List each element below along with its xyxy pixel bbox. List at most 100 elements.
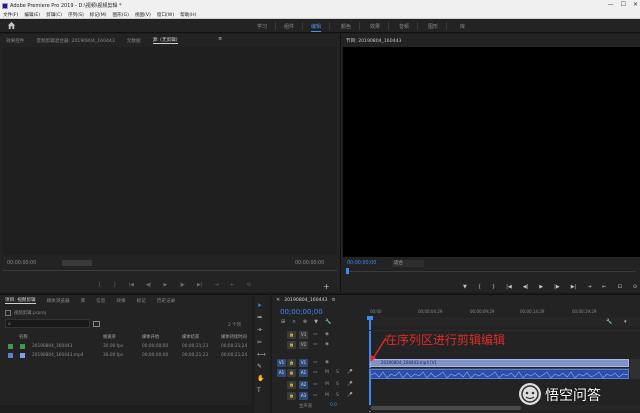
eye-v1-icon[interactable]: ◉ — [325, 360, 329, 365]
label-color-swatch[interactable] — [8, 344, 13, 349]
program-monitor-title[interactable]: 节目: 20190804_160443 — [346, 38, 401, 44]
track-label-a1[interactable]: A1 — [299, 369, 308, 377]
linked-selection-icon[interactable]: ⊗ — [303, 319, 307, 325]
program-step-back-icon[interactable]: ◀| — [523, 284, 529, 290]
track-label-a3[interactable]: A3 — [299, 392, 308, 400]
selection-tool-icon[interactable]: ➤ — [257, 302, 266, 309]
program-export-frame-icon[interactable]: ⊡ — [618, 284, 622, 290]
timeline-ruler[interactable] — [369, 317, 640, 326]
program-timecode[interactable]: 00;00;00;00 — [347, 261, 376, 266]
playhead-handle[interactable] — [367, 316, 373, 320]
timeline-menu-icon[interactable]: ≡ — [331, 297, 335, 303]
tab-audio-clip-mixer[interactable]: 音频剪辑混合器: 20190804_160443 — [36, 38, 114, 44]
ripple-edit-tool-icon[interactable]: ⟛ — [257, 326, 266, 334]
snap-icon[interactable]: ∩ — [292, 319, 296, 325]
workspace-effects[interactable]: 效果 — [370, 23, 380, 30]
track-select-tool-icon[interactable]: ⇛ — [257, 314, 266, 321]
program-step-forward-icon[interactable]: |▶ — [554, 284, 560, 290]
tab-project[interactable]: 项目: 视频剪辑 — [5, 297, 36, 304]
mic-a2-icon[interactable]: 🎤 — [347, 382, 353, 387]
track-lock-a2[interactable]: 🔒 — [287, 381, 296, 389]
workspace-color[interactable]: 颜色 — [341, 23, 351, 30]
source-patch-v1[interactable]: V1 — [277, 359, 286, 367]
go-to-in-icon[interactable]: |◀ — [128, 282, 134, 288]
program-mark-out-icon[interactable]: } — [492, 284, 495, 290]
video-clip-v1[interactable]: 20190804_160443.mp4 [V] — [370, 359, 629, 367]
solo-a2-button[interactable]: S — [336, 382, 339, 387]
sync-lock-v1-icon[interactable]: ▭ — [313, 360, 317, 365]
play-icon[interactable]: ▶ — [163, 282, 167, 288]
sync-lock-a1-icon[interactable]: ▭ — [313, 370, 317, 375]
column-media-duration[interactable]: 媒体持续时间 — [221, 334, 247, 340]
track-lock-v3[interactable]: 🔒 — [287, 331, 296, 339]
panel-menu-icon[interactable]: ≡ — [218, 36, 222, 42]
timeline-timecode[interactable]: 00;00;00;00 — [280, 308, 323, 316]
sync-lock-a2-icon[interactable]: ▭ — [313, 382, 317, 387]
step-back-icon[interactable]: ◀| — [146, 282, 152, 288]
menu-edit[interactable]: 编辑(E) — [24, 12, 40, 18]
sync-lock-v2-icon[interactable]: ▭ — [313, 342, 317, 347]
column-media-end[interactable]: 媒体结束 — [182, 334, 199, 340]
source-timecode-in[interactable]: 00;00;00;00 — [7, 261, 36, 266]
menu-file[interactable]: 文件(F) — [3, 12, 18, 18]
menu-sequence[interactable]: 序列(S) — [68, 12, 84, 18]
hand-tool-icon[interactable]: ✋ — [257, 375, 266, 382]
add-marker-timeline-icon[interactable]: ▼ — [314, 319, 318, 325]
pen-tool-icon[interactable]: ✎ — [257, 363, 266, 370]
source-patch-a1[interactable]: A1 — [277, 369, 286, 377]
step-forward-icon[interactable]: |▶ — [179, 282, 185, 288]
source-zoom-field[interactable] — [62, 260, 92, 266]
mute-a1-button[interactable]: M — [325, 370, 329, 375]
tab-markers[interactable]: 标记 — [137, 298, 146, 304]
menu-graphics[interactable]: 图形(G) — [113, 12, 129, 18]
add-button-icon[interactable]: + — [323, 282, 330, 291]
tab-libraries[interactable]: 库 — [81, 298, 86, 304]
program-playhead[interactable] — [346, 268, 349, 274]
menu-marker[interactable]: 标记(M) — [90, 12, 107, 18]
tab-history[interactable]: 历史记录 — [157, 298, 175, 304]
mic-a1-icon[interactable]: 🎤 — [347, 370, 353, 375]
track-lock-a3[interactable]: 🔒 — [287, 392, 296, 400]
maximize-button[interactable]: ☐ — [621, 1, 626, 8]
new-bin-icon[interactable] — [93, 321, 100, 327]
razor-tool-icon[interactable]: ✂ — [257, 339, 266, 346]
column-frame-rate[interactable]: 帧速率 — [103, 334, 116, 340]
track-label-v2[interactable]: V2 — [299, 341, 308, 349]
solo-a3-button[interactable]: S — [336, 393, 339, 398]
type-tool-icon[interactable]: T — [257, 387, 266, 394]
source-scrubber[interactable] — [3, 270, 337, 271]
mark-out-icon[interactable]: } — [113, 282, 116, 288]
close-sequence-icon[interactable]: ✕ — [276, 297, 280, 303]
program-scrubber[interactable] — [346, 271, 636, 272]
track-label-a2[interactable]: A2 — [299, 381, 308, 389]
sync-lock-v3-icon[interactable]: ▭ — [313, 332, 317, 337]
timeline-tab[interactable]: ✕ 20190804_160443 ≡ — [276, 297, 336, 303]
eye-v2-icon[interactable]: ◉ — [325, 342, 329, 347]
insert-icon[interactable]: ⇥ — [214, 282, 218, 288]
program-go-to-out-icon[interactable]: ▶| — [571, 284, 577, 290]
timeline-wrench-icon[interactable]: 🔧 — [606, 319, 612, 325]
export-frame-icon[interactable]: ⊙ — [247, 282, 251, 288]
menu-window[interactable]: 窗口(W) — [157, 12, 174, 18]
timeline-vertical-scrollbar[interactable] — [630, 359, 640, 379]
tab-media-browser[interactable]: 媒体浏览器 — [47, 298, 70, 304]
mic-a3-icon[interactable]: 🎤 — [347, 393, 353, 398]
workspace-graphics[interactable]: 图形 — [428, 23, 438, 30]
mute-a2-button[interactable]: M — [325, 382, 329, 387]
master-volume-value[interactable]: 0.0 — [330, 403, 337, 408]
track-lock-a1[interactable]: 🔒 — [287, 369, 296, 377]
track-lock-v1[interactable]: 🔒 — [287, 359, 296, 367]
audio-clip-a1[interactable] — [370, 369, 629, 379]
workspace-libraries[interactable]: 库 — [460, 23, 465, 30]
extract-icon[interactable]: ⇤ — [602, 284, 606, 290]
mute-a3-button[interactable]: M — [325, 393, 329, 398]
go-to-out-icon[interactable]: ▶| — [197, 282, 203, 288]
tab-info[interactable]: 信息 — [96, 298, 105, 304]
menu-help[interactable]: 帮助(H) — [180, 12, 196, 18]
program-go-to-in-icon[interactable]: |◀ — [506, 284, 512, 290]
home-icon[interactable] — [7, 21, 16, 30]
nest-icon[interactable]: ⊞ — [281, 319, 285, 325]
program-mark-in-icon[interactable]: { — [478, 284, 481, 290]
menu-view[interactable]: 视图(V) — [135, 12, 151, 18]
tab-effects[interactable]: 效果 — [116, 298, 125, 304]
